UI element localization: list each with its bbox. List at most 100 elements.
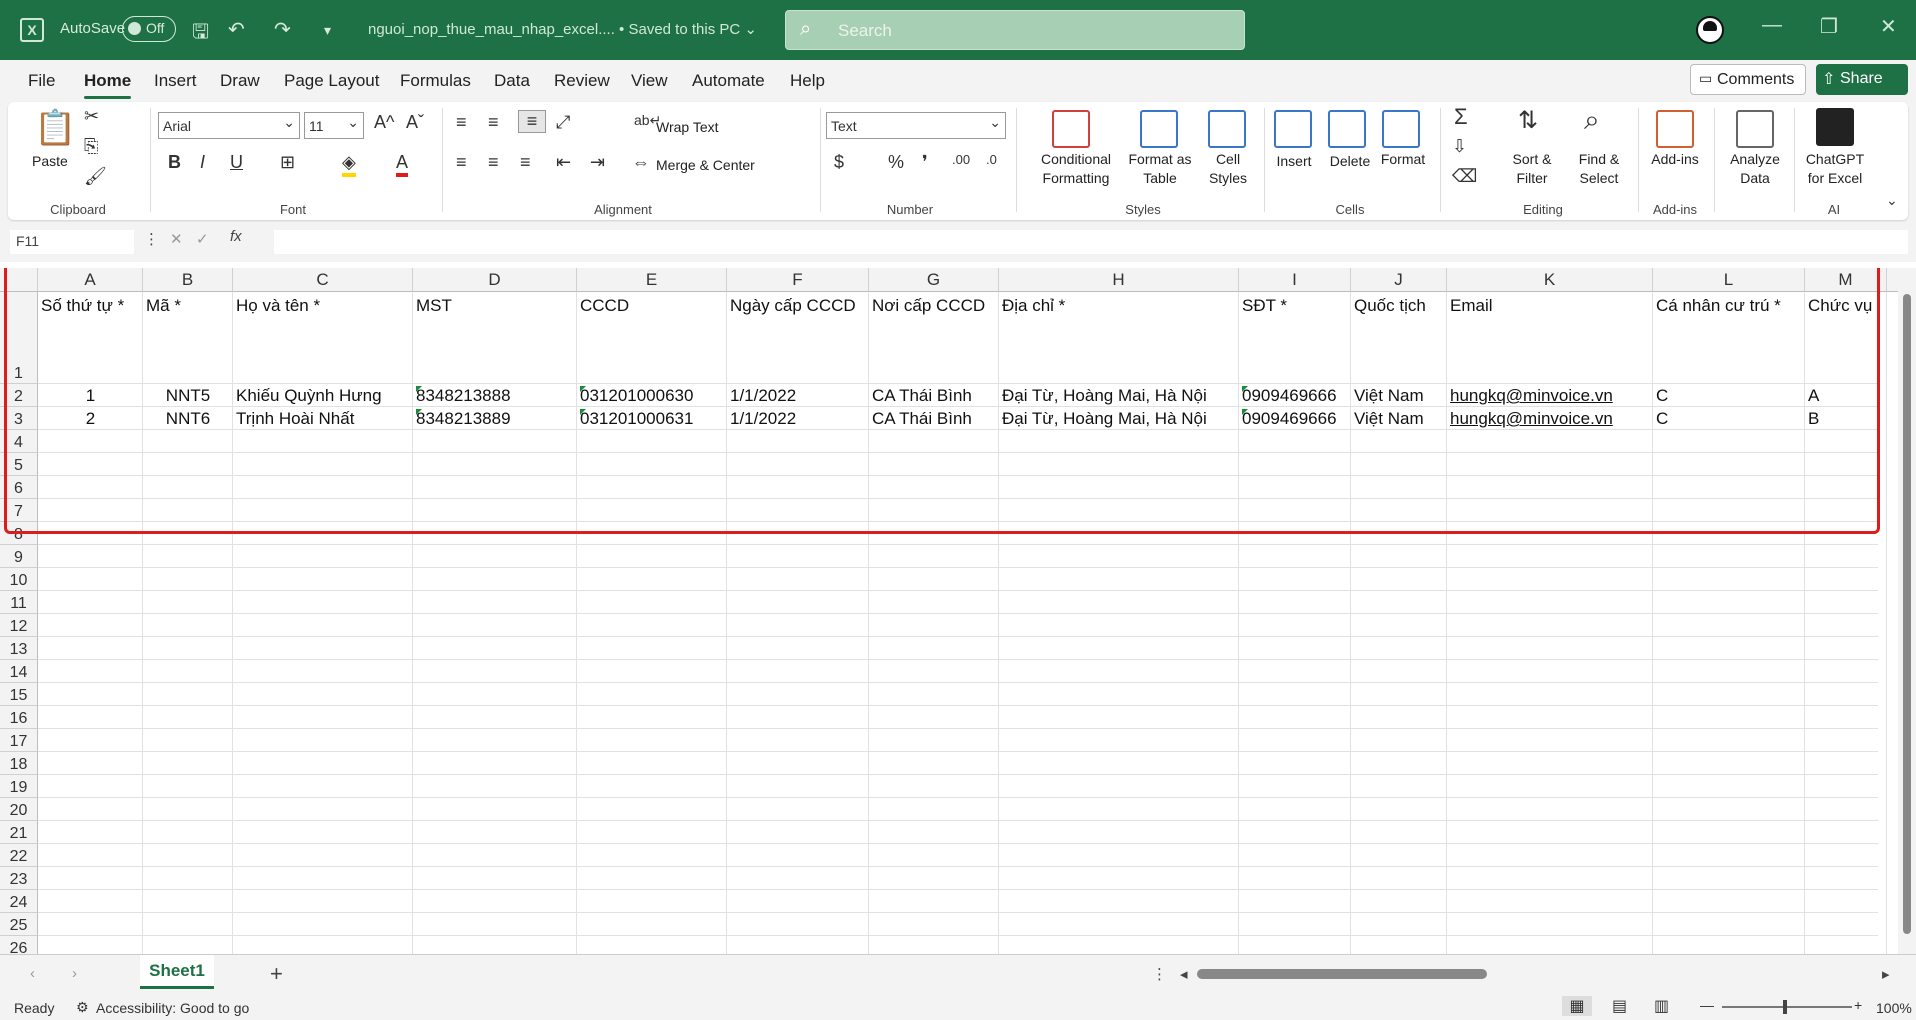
minimize-icon[interactable]: — <box>1762 14 1782 37</box>
data-cell[interactable]: 1 <box>41 386 140 406</box>
next-sheet-icon[interactable]: › <box>72 965 77 982</box>
format-as-table-button[interactable]: Format as Table <box>1122 150 1198 188</box>
font-color-icon[interactable]: A <box>396 152 409 177</box>
restore-icon[interactable]: ❐ <box>1820 14 1838 39</box>
column-header-i[interactable]: I <box>1239 268 1351 292</box>
orientation-icon[interactable]: ⤢ <box>556 112 570 133</box>
clear-icon[interactable]: ⌫ <box>1452 166 1477 187</box>
undo-icon[interactable]: ↶ <box>228 17 245 42</box>
row-header[interactable]: 18 <box>0 752 38 775</box>
row-header[interactable]: 8 <box>0 522 38 545</box>
data-cell[interactable]: Đại Từ, Hoàng Mai, Hà Nội <box>1002 409 1236 429</box>
row-header[interactable]: 12 <box>0 614 38 637</box>
sheet-tab-sheet1[interactable]: Sheet1 <box>140 955 214 989</box>
menu-data[interactable]: Data <box>494 71 530 91</box>
column-header-f[interactable]: F <box>727 268 869 292</box>
column-header-b[interactable]: B <box>143 268 233 292</box>
row-header[interactable]: 24 <box>0 890 38 913</box>
row-header[interactable]: 20 <box>0 798 38 821</box>
data-cell[interactable]: NNT5 <box>146 386 230 406</box>
column-header-a[interactable]: A <box>38 268 143 292</box>
header-cell[interactable]: Email <box>1450 296 1651 316</box>
data-cell[interactable]: 8348213889 <box>416 409 574 429</box>
align-left-icon[interactable]: ≡ <box>456 152 467 173</box>
row-header[interactable]: 14 <box>0 660 38 683</box>
scroll-left-icon[interactable]: ◂ <box>1180 965 1188 983</box>
email-link[interactable]: hungkq@minvoice.vn <box>1450 409 1650 429</box>
data-cell[interactable]: A <box>1808 386 1884 406</box>
data-cell[interactable]: NNT6 <box>146 409 230 429</box>
comments-button[interactable]: Comments <box>1690 64 1806 95</box>
save-icon[interactable]: 🖫 <box>192 17 209 51</box>
row-header[interactable]: 6 <box>0 476 38 499</box>
prev-sheet-icon[interactable]: ‹ <box>30 965 35 982</box>
header-cell[interactable]: MST <box>416 296 575 316</box>
decrease-decimal-icon[interactable]: .0 <box>986 152 997 167</box>
row-header[interactable]: 2 <box>0 384 38 407</box>
analyze-data-button[interactable]: Analyze Data <box>1720 150 1790 188</box>
data-cell[interactable]: Trịnh Hoài Nhất <box>236 409 410 429</box>
wrap-text-button[interactable]: Wrap Text <box>656 118 719 137</box>
chatgpt-button[interactable]: ChatGPT for Excel <box>1798 150 1872 188</box>
comma-icon[interactable]: ❜ <box>922 152 928 173</box>
paste-icon[interactable]: 📋 <box>34 108 76 148</box>
insert-cells-button[interactable]: Insert <box>1272 152 1316 171</box>
row-header[interactable]: 5 <box>0 453 38 476</box>
vertical-scrollbar[interactable] <box>1898 268 1916 954</box>
spreadsheet-grid[interactable]: ABCDEFGHIJKLMS12345678910111213141516171… <box>0 268 1916 954</box>
search-box[interactable]: ⌕ Search <box>785 10 1245 50</box>
formula-input[interactable] <box>274 230 1908 254</box>
column-header-d[interactable]: D <box>413 268 577 292</box>
column-header-j[interactable]: J <box>1351 268 1447 292</box>
menu-insert[interactable]: Insert <box>154 71 197 91</box>
copy-icon[interactable]: ⎘ <box>84 136 98 157</box>
row-header[interactable]: 22 <box>0 844 38 867</box>
data-cell[interactable]: 031201000630 <box>580 386 724 406</box>
data-cell[interactable]: Khiếu Quỳnh Hưng <box>236 386 410 406</box>
select-all-corner[interactable] <box>0 268 38 292</box>
column-header-m[interactable]: M <box>1805 268 1887 292</box>
fill-color-icon[interactable]: ◈ <box>342 152 356 177</box>
customize-qat-icon[interactable]: ▾ <box>324 22 331 39</box>
row-header[interactable]: 4 <box>0 430 38 453</box>
menu-home[interactable]: Home <box>84 71 132 99</box>
more-tabs-icon[interactable]: ⋮ <box>1152 965 1167 983</box>
header-cell[interactable]: Cá nhân cư trú * <box>1656 296 1803 316</box>
row-header[interactable]: 26 <box>0 936 38 954</box>
data-cell[interactable]: 2 <box>41 409 140 429</box>
row-header[interactable]: 3 <box>0 407 38 430</box>
row-header[interactable]: 21 <box>0 821 38 844</box>
horizontal-scroll-thumb[interactable] <box>1197 969 1487 979</box>
menu-formulas[interactable]: Formulas <box>400 71 471 91</box>
percent-icon[interactable]: % <box>888 152 904 173</box>
italic-icon[interactable]: I <box>200 152 205 173</box>
data-cell[interactable]: 1/1/2022 <box>730 386 866 406</box>
menu-file[interactable]: File <box>28 71 55 91</box>
font-size-select[interactable]: 11 <box>304 112 364 139</box>
data-cell[interactable]: 031201000631 <box>580 409 724 429</box>
find-select-button[interactable]: Find & Select <box>1568 150 1630 188</box>
currency-icon[interactable]: $ <box>834 152 844 173</box>
paste-button[interactable]: Paste <box>32 152 68 171</box>
data-cell[interactable]: C <box>1656 386 1802 406</box>
column-header-h[interactable]: H <box>999 268 1239 292</box>
add-sheet-icon[interactable]: + <box>270 961 283 987</box>
menu-help[interactable]: Help <box>790 71 825 91</box>
row-header[interactable]: 16 <box>0 706 38 729</box>
data-cell[interactable]: CA Thái Bình <box>872 386 996 406</box>
insert-function-icon[interactable]: fx <box>230 228 242 245</box>
page-break-view-icon[interactable]: ▥ <box>1654 996 1669 1016</box>
accessibility-status[interactable]: Accessibility: Good to go <box>96 1000 249 1016</box>
name-box[interactable]: F11 <box>10 230 134 254</box>
share-button[interactable]: Share <box>1816 64 1908 95</box>
more-options-icon[interactable]: ⋮ <box>144 230 159 248</box>
header-cell[interactable]: Địa chỉ * <box>1002 296 1237 316</box>
sort-filter-button[interactable]: Sort & Filter <box>1502 150 1562 188</box>
header-cell[interactable]: Nơi cấp CCCD <box>872 296 997 316</box>
column-header-l[interactable]: L <box>1653 268 1805 292</box>
row-header[interactable]: 11 <box>0 591 38 614</box>
row-header[interactable]: 1 <box>0 292 38 384</box>
header-cell[interactable]: CCCD <box>580 296 725 316</box>
align-top-icon[interactable]: ≡ <box>456 112 467 133</box>
number-format-select[interactable]: Text <box>826 112 1006 139</box>
